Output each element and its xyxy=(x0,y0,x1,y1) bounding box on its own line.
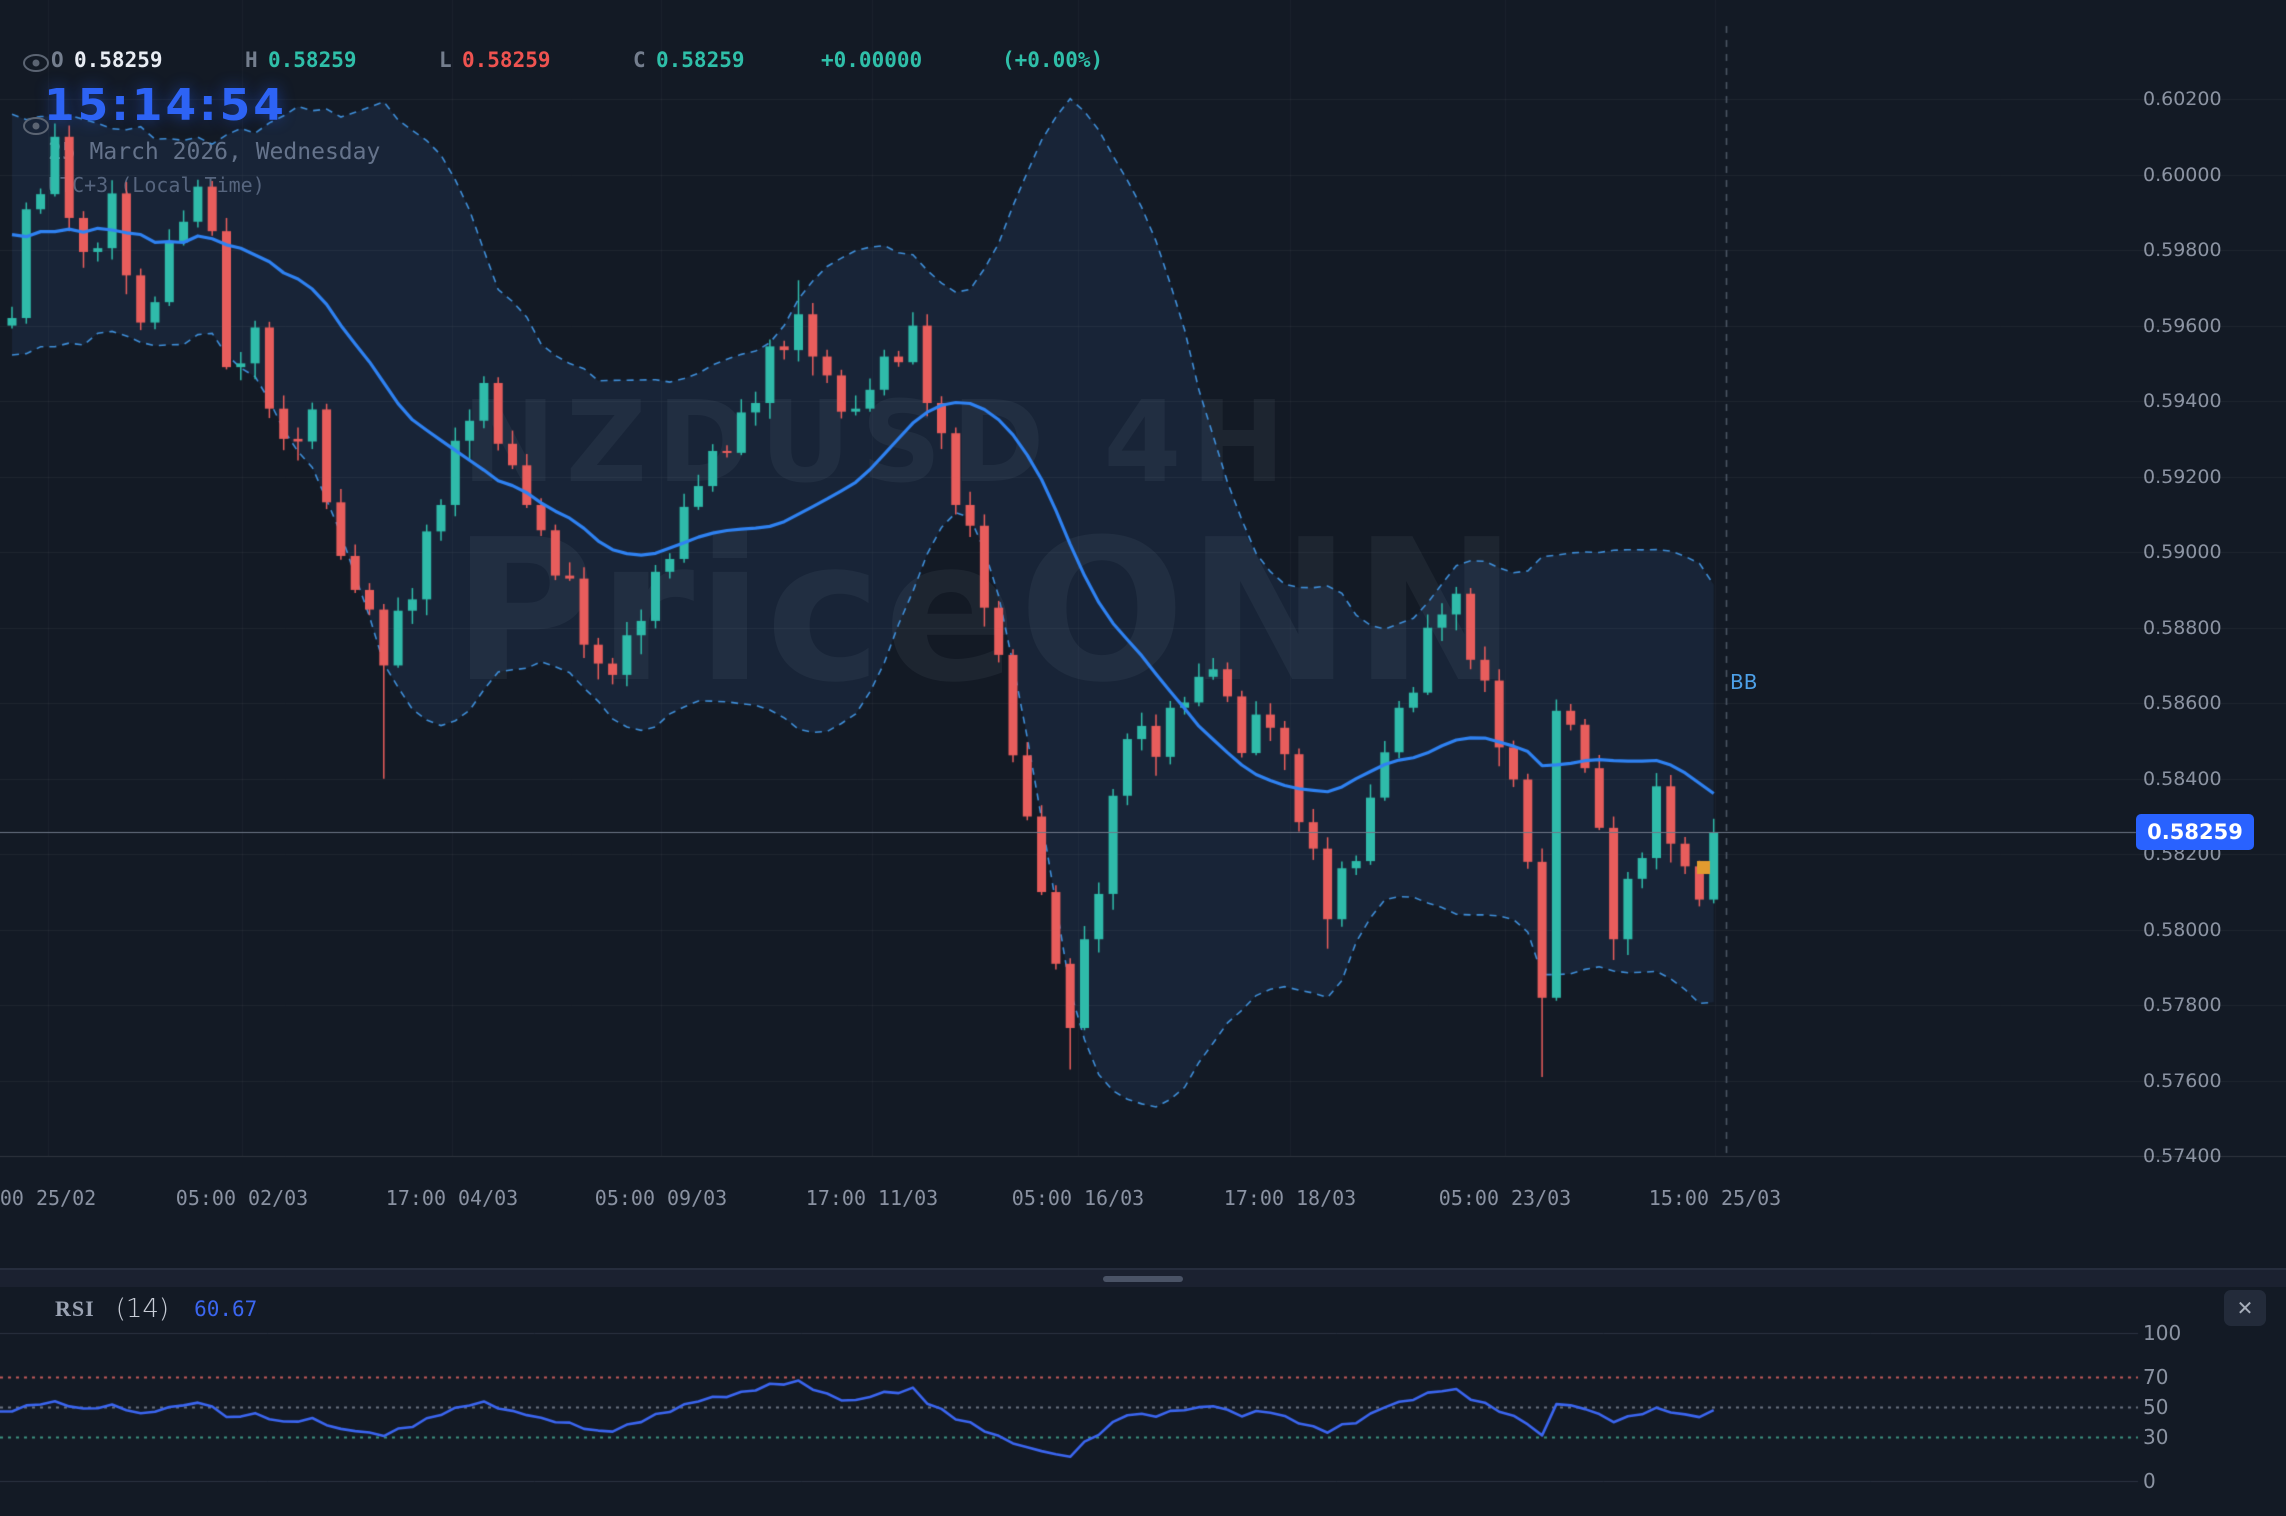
close-value: 0.58259 xyxy=(656,48,745,72)
trading-chart-app: NZDUSD 4H PriceONN 25 March 2026, Wednes… xyxy=(0,0,2286,1516)
open-value: 0.58259 xyxy=(74,48,163,72)
change-value: +0.00000 xyxy=(821,48,923,72)
high-key: H xyxy=(245,48,258,72)
low-key: L xyxy=(439,48,452,72)
divider-drag-handle[interactable] xyxy=(1103,1276,1183,1282)
main-chart-canvas[interactable] xyxy=(0,0,2286,1516)
current-price-badge: 0.58259 xyxy=(2136,814,2254,850)
rsi-period: (14) xyxy=(115,1294,170,1324)
rsi-header: RSI (14) 60.67 xyxy=(55,1294,257,1324)
eye-icon[interactable] xyxy=(22,115,50,137)
ohlc-legend: O 0.58259 H 0.58259 L 0.58259 C 0.58259 … xyxy=(0,48,1400,76)
eye-icon[interactable] xyxy=(22,52,50,74)
change-percent: (+0.00%) xyxy=(1002,48,1104,72)
open-key: O xyxy=(51,48,64,72)
close-key: C xyxy=(633,48,646,72)
bb-indicator-label: BB xyxy=(1730,670,1758,694)
panel-divider[interactable] xyxy=(0,1268,2286,1287)
low-value: 0.58259 xyxy=(462,48,551,72)
clock: 15:14:54 xyxy=(44,80,287,131)
rsi-value: 60.67 xyxy=(194,1297,258,1321)
rsi-name: RSI xyxy=(55,1296,95,1321)
rsi-close-button[interactable]: ✕ xyxy=(2224,1290,2266,1326)
high-value: 0.58259 xyxy=(268,48,357,72)
